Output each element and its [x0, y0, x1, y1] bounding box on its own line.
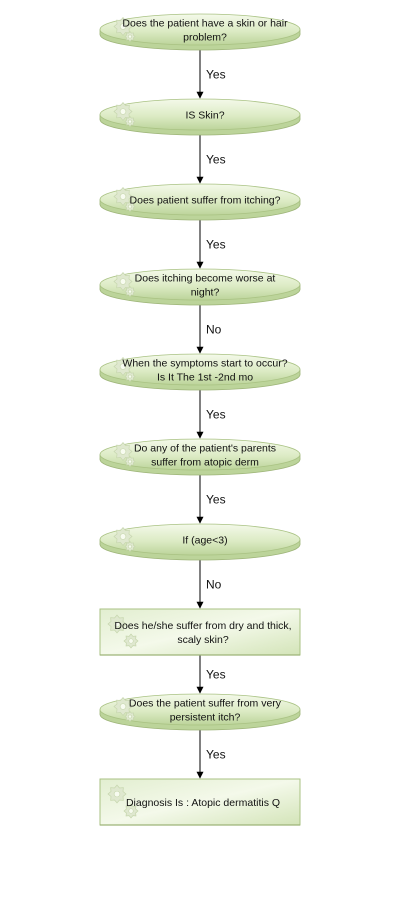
flowchart-decision-node: Do any of the patient's parents suffer fr… — [99, 438, 301, 476]
edge-label: Yes — [206, 493, 226, 507]
node-label: Does the patient have a skin or hair — [122, 18, 288, 30]
node-label: Do any of the patient's parents — [134, 443, 276, 455]
flowchart-decision-node: Does patient suffer from itching? — [99, 183, 301, 221]
flowchart-decision-node: Does the patient suffer from very persist… — [99, 693, 301, 731]
node-label: Does the patient suffer from very — [129, 698, 282, 710]
node-label: problem? — [183, 32, 227, 44]
flowchart-edge: Yes — [196, 655, 226, 694]
flowchart-edge: Yes — [196, 730, 226, 779]
node-label: Does patient suffer from itching? — [130, 195, 281, 207]
node-label: persistent itch? — [170, 712, 241, 724]
node-label: Is It The 1st -2nd mo — [157, 372, 253, 384]
gear-icon — [124, 285, 136, 298]
gear-icon — [124, 370, 136, 383]
flowchart-decision-node: Does the patient have a skin or hair prob… — [99, 13, 301, 51]
flowchart-box-node: Diagnosis Is : Atopic dermatitis Q — [99, 778, 301, 826]
flowchart-edge: No — [196, 560, 222, 609]
node-label: If (age<3) — [182, 535, 227, 547]
flowchart-decision-node: IS Skin? — [99, 98, 301, 136]
gear-icon — [124, 30, 136, 43]
flowchart-edge: Yes — [196, 475, 226, 524]
flowchart-decision-node: Does itching become worse at night? — [99, 268, 301, 306]
flowchart-box-node: Does he/she suffer from dry and thick, sc… — [99, 608, 301, 656]
edge-label: No — [206, 578, 222, 592]
flowchart-decision-node: If (age<3) — [99, 523, 301, 561]
gear-icon — [123, 633, 139, 649]
node-label: night? — [191, 287, 220, 299]
edge-label: Yes — [206, 748, 226, 762]
flowchart-diagram: Yes Yes Yes No Yes Yes No Yes Yes Does the patie… — [99, 13, 301, 826]
gear-icon — [124, 540, 136, 553]
edge-label: Yes — [206, 668, 226, 682]
edge-label: No — [206, 323, 222, 337]
node-label: IS Skin? — [185, 110, 224, 122]
edge-label: Yes — [206, 238, 226, 252]
flowchart-edge: Yes — [196, 135, 226, 184]
gear-icon — [124, 710, 136, 723]
gear-icon — [107, 784, 127, 804]
node-label: Diagnosis Is : Atopic dermatitis Q — [126, 797, 280, 809]
edge-label: Yes — [206, 153, 226, 167]
flowchart-edge: Yes — [196, 220, 226, 269]
gear-icon — [124, 455, 136, 468]
node-label: scaly skin? — [177, 634, 229, 646]
flowchart-edge: Yes — [196, 50, 226, 99]
node-label: suffer from atopic derm — [151, 457, 259, 469]
node-label: When the symptoms start to occur? — [122, 358, 287, 370]
flowchart-decision-node: When the symptoms start to occur? Is It T… — [99, 353, 301, 391]
edge-label: Yes — [206, 68, 226, 82]
gear-icon — [124, 115, 136, 128]
flowchart-edge: No — [196, 305, 222, 354]
flowchart-edge: Yes — [196, 390, 226, 439]
node-label: Does he/she suffer from dry and thick, — [114, 620, 291, 632]
node-label: Does itching become worse at — [135, 273, 276, 285]
edge-label: Yes — [206, 408, 226, 422]
